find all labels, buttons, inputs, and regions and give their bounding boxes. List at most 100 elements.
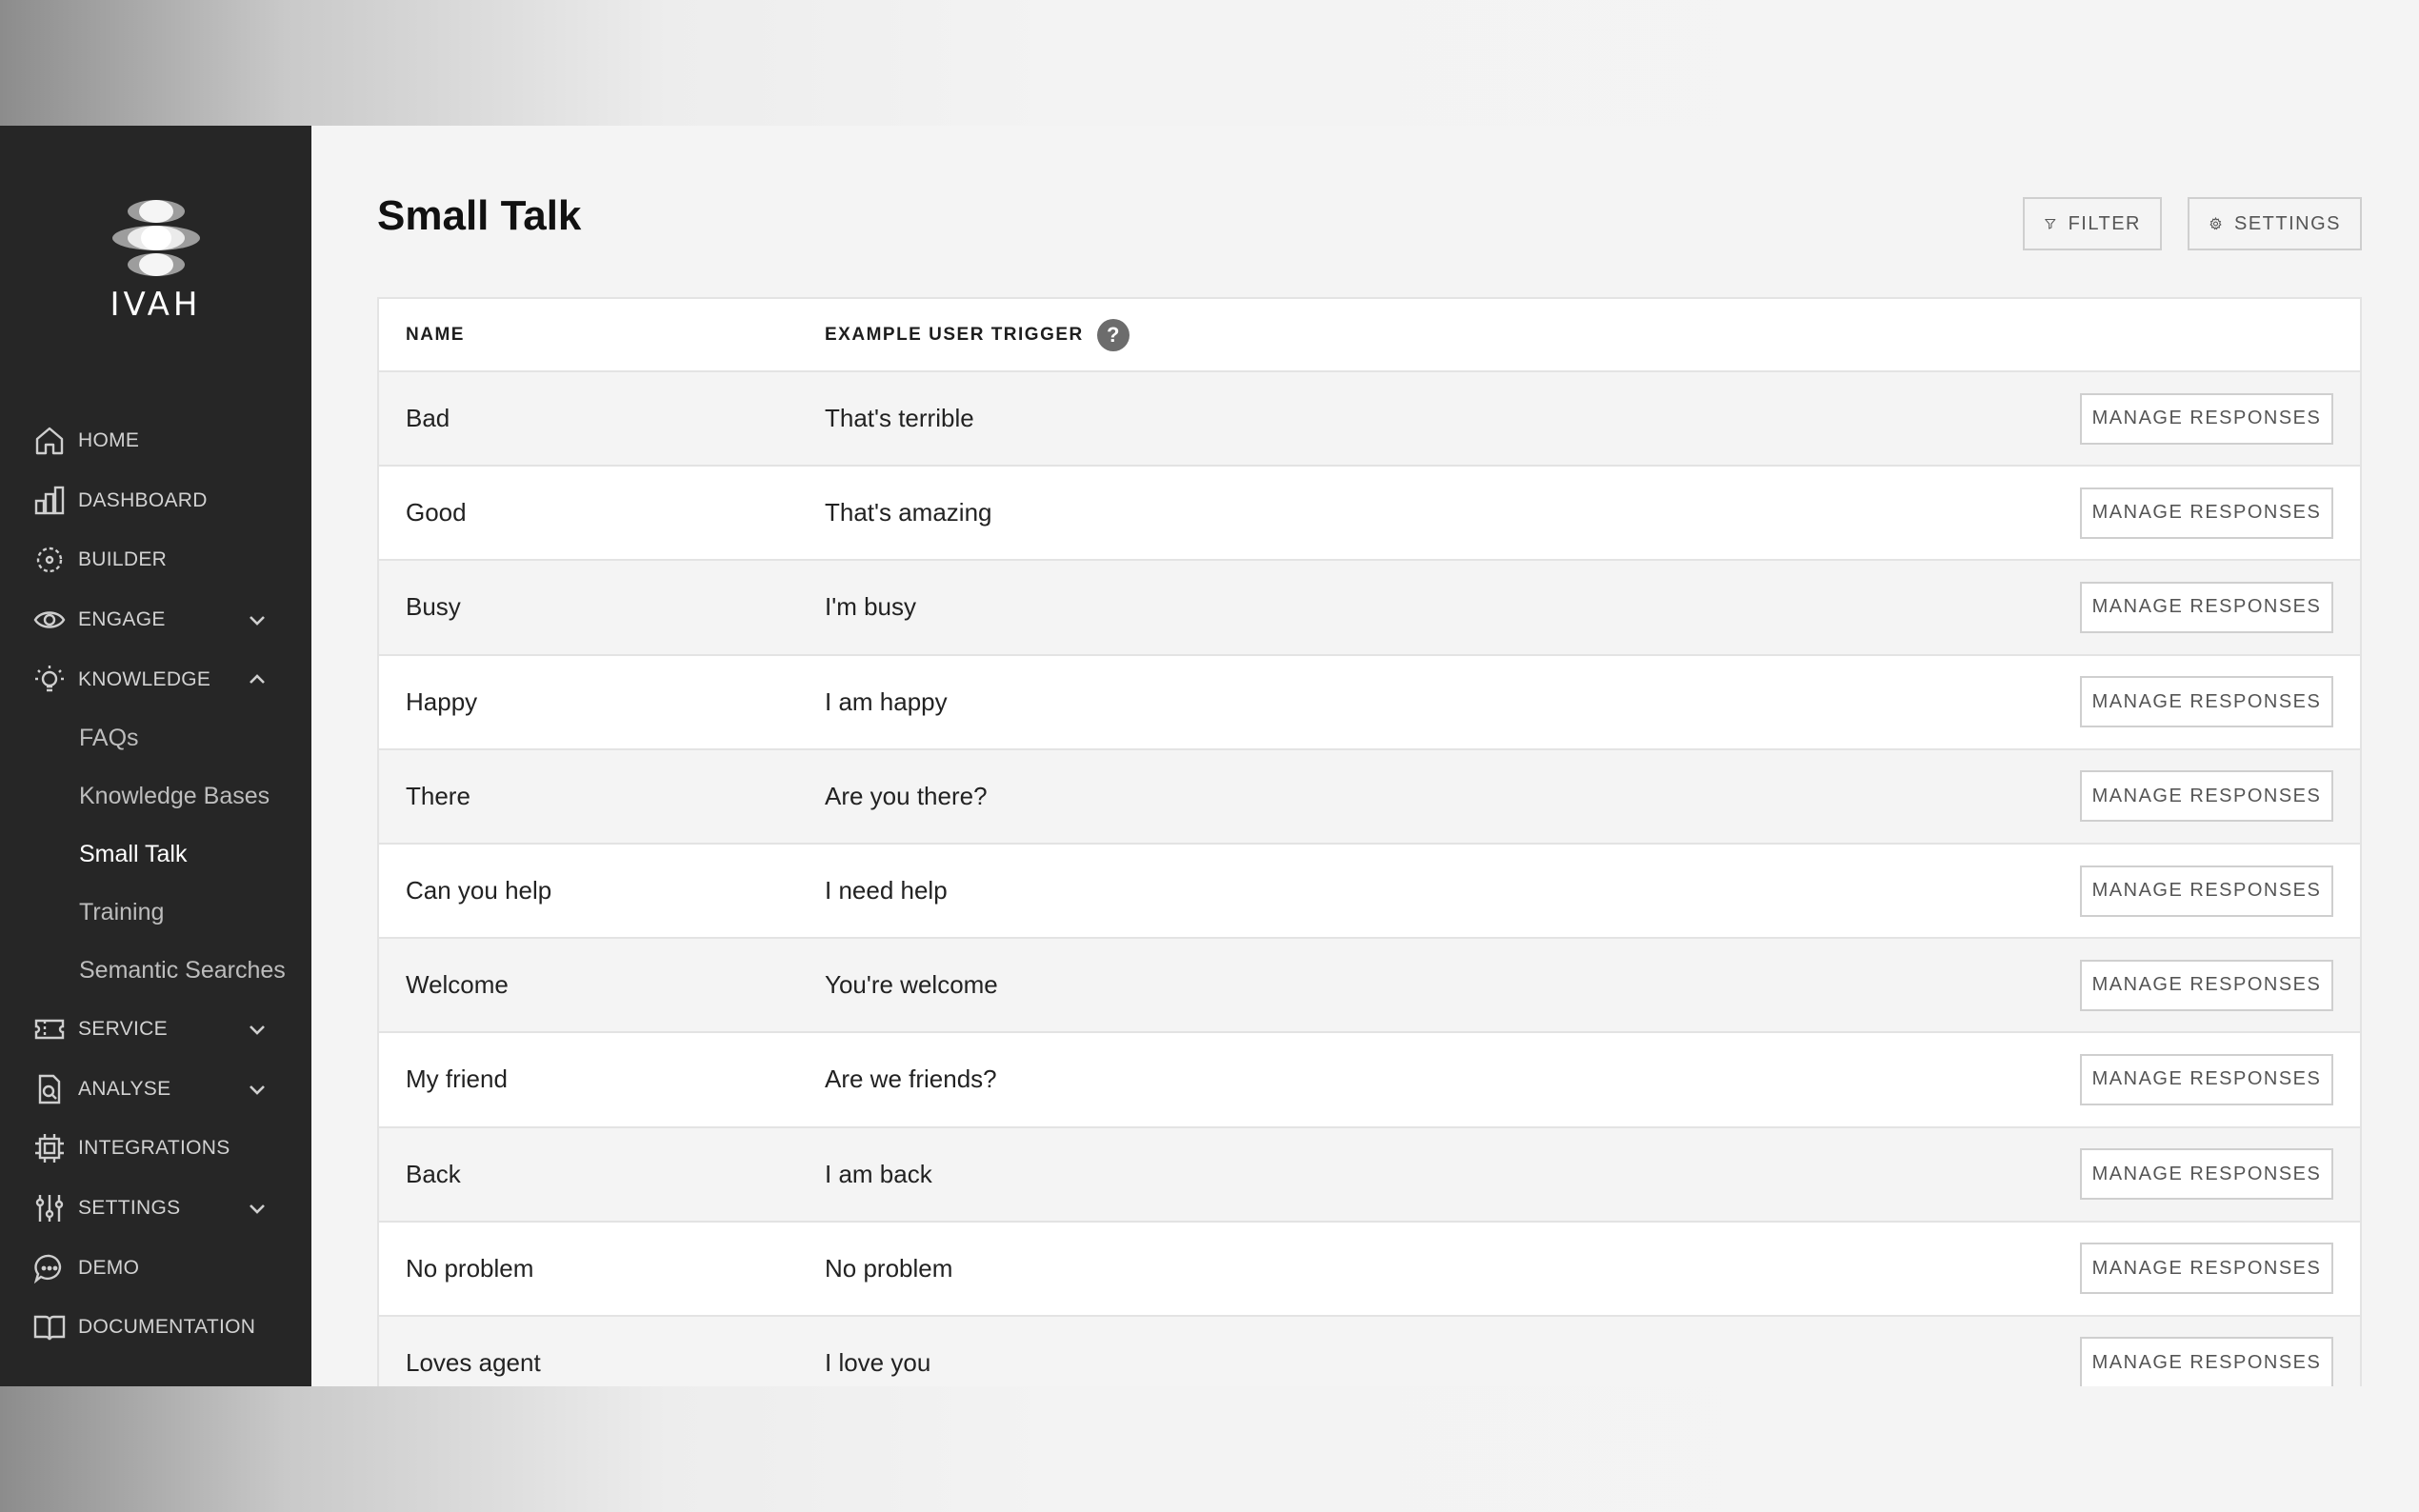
ivah-logo-icon <box>111 200 200 276</box>
settings-button-label: SETTINGS <box>2233 212 2341 234</box>
manage-responses-button[interactable]: MANAGE RESPONSES <box>2080 1243 2333 1295</box>
table-row: Good That's amazing MANAGE RESPONSES <box>379 467 2360 562</box>
manage-responses-button[interactable]: MANAGE RESPONSES <box>2080 581 2333 633</box>
bottom-backdrop <box>0 1386 2419 1512</box>
sidebar-subitem-knowledge-bases[interactable]: Knowledge Bases <box>0 767 311 826</box>
sidebar-item-label: SERVICE <box>78 1018 168 1041</box>
help-icon[interactable]: ? <box>1096 318 1130 351</box>
row-name: Can you help <box>406 876 552 905</box>
manage-responses-button[interactable]: MANAGE RESPONSES <box>2080 392 2333 445</box>
sidebar-item-settings[interactable]: SETTINGS <box>0 1179 311 1239</box>
sidebar-subitem-training[interactable]: Training <box>0 884 311 942</box>
table-row: Welcome You're welcome MANAGE RESPONSES <box>379 939 2360 1034</box>
manage-responses-button[interactable]: MANAGE RESPONSES <box>2080 770 2333 823</box>
table-row: Happy I am happy MANAGE RESPONSES <box>379 655 2360 750</box>
row-trigger: I am happy <box>825 686 948 716</box>
sidebar-item-label: INTEGRATIONS <box>78 1137 230 1160</box>
sidebar-item-label: DEMO <box>78 1256 140 1279</box>
page-title: Small Talk <box>377 192 582 239</box>
row-trigger: That's amazing <box>825 498 992 527</box>
table-row: Busy I'm busy MANAGE RESPONSES <box>379 561 2360 656</box>
chevron-down-icon[interactable] <box>247 609 268 630</box>
gear-icon <box>2209 216 2222 230</box>
sidebar-item-label: HOME <box>78 429 140 452</box>
row-trigger: You're welcome <box>825 970 998 1000</box>
settings-button[interactable]: SETTINGS <box>2188 197 2362 250</box>
chat-icon <box>32 1251 67 1285</box>
row-name: Loves agent <box>406 1347 541 1377</box>
manage-responses-button[interactable]: MANAGE RESPONSES <box>2080 1148 2333 1201</box>
chevron-down-icon[interactable] <box>247 1198 268 1219</box>
eye-icon <box>32 603 67 637</box>
sidebar-item-home[interactable]: HOME <box>0 411 311 471</box>
sidebar-item-engage[interactable]: ENGAGE <box>0 590 311 650</box>
ticket-icon <box>32 1012 67 1046</box>
manage-responses-button[interactable]: MANAGE RESPONSES <box>2080 1337 2333 1386</box>
table-row: No problem No problem MANAGE RESPONSES <box>379 1222 2360 1317</box>
row-name: Back <box>406 1159 461 1188</box>
sidebar-item-service[interactable]: SERVICE <box>0 1000 311 1060</box>
sidebar-item-dashboard[interactable]: DASHBOARD <box>0 471 311 531</box>
sliders-icon <box>32 1191 67 1225</box>
filter-icon <box>2045 218 2056 229</box>
sidebar-item-label: DASHBOARD <box>78 488 208 511</box>
manage-responses-button[interactable]: MANAGE RESPONSES <box>2080 959 2333 1011</box>
table-header: NAME EXAMPLE USER TRIGGER ? <box>379 299 2360 372</box>
sidebar-item-demo[interactable]: DEMO <box>0 1238 311 1298</box>
sidebar-item-analyse[interactable]: ANALYSE <box>0 1060 311 1120</box>
sidebar-item-knowledge[interactable]: KNOWLEDGE <box>0 649 311 709</box>
sidebar-subitem-semantic-searches[interactable]: Semantic Searches <box>0 942 311 1000</box>
manage-responses-button[interactable]: MANAGE RESPONSES <box>2080 865 2333 917</box>
table-body: Bad That's terrible MANAGE RESPONSES Good Th… <box>379 372 2360 1386</box>
chip-icon <box>32 1131 67 1165</box>
book-icon <box>32 1310 67 1344</box>
sidebar-item-label: KNOWLEDGE <box>78 667 211 690</box>
sidebar-item-documentation[interactable]: DOCUMENTATION <box>0 1298 311 1358</box>
table-row: Can you help I need help MANAGE RESPONSES <box>379 844 2360 940</box>
sidebar-item-builder[interactable]: BUILDER <box>0 530 311 590</box>
table-row: Back I am back MANAGE RESPONSES <box>379 1127 2360 1223</box>
row-name: My friend <box>406 1064 508 1094</box>
row-trigger: No problem <box>825 1253 953 1283</box>
row-trigger: I love you <box>825 1347 931 1377</box>
builder-icon <box>32 543 67 577</box>
row-trigger: Are we friends? <box>825 1064 997 1094</box>
row-trigger: I need help <box>825 876 948 905</box>
sidebar-item-integrations[interactable]: INTEGRATIONS <box>0 1119 311 1179</box>
table-row: Bad That's terrible MANAGE RESPONSES <box>379 372 2360 468</box>
chevron-down-icon[interactable] <box>247 1079 268 1100</box>
table-row: There Are you there? MANAGE RESPONSES <box>379 749 2360 845</box>
chevron-down-icon[interactable] <box>247 1019 268 1040</box>
row-name: There <box>406 781 470 810</box>
main-content: Small Talk FILTER SETTINGS NAME EXAMPLE … <box>311 126 2419 1386</box>
manage-responses-button[interactable]: MANAGE RESPONSES <box>2080 1053 2333 1105</box>
sidebar-item-label: SETTINGS <box>78 1197 181 1220</box>
sidebar-item-label: ENGAGE <box>78 608 166 631</box>
brand-name: IVAH <box>110 286 202 324</box>
row-name: Happy <box>406 686 478 716</box>
chevron-up-icon[interactable] <box>247 669 268 690</box>
sidebar: IVAH HOME DASHBOARD BUILDER ENGAGE KNOWL… <box>0 126 311 1386</box>
row-trigger: I'm busy <box>825 592 916 622</box>
row-name: Welcome <box>406 970 509 1000</box>
filter-button[interactable]: FILTER <box>2023 197 2162 250</box>
app-window: IVAH HOME DASHBOARD BUILDER ENGAGE KNOWL… <box>0 126 2419 1386</box>
row-name: Bad <box>406 404 450 433</box>
sidebar-subitem-small-talk[interactable]: Small Talk <box>0 826 311 884</box>
table-row: My friend Are we friends? MANAGE RESPONSES <box>379 1033 2360 1128</box>
sidebar-item-label: ANALYSE <box>78 1077 171 1100</box>
row-trigger: That's terrible <box>825 404 974 433</box>
manage-responses-button[interactable]: MANAGE RESPONSES <box>2080 487 2333 539</box>
sidebar-item-label: DOCUMENTATION <box>78 1316 256 1339</box>
analyse-icon <box>32 1072 67 1106</box>
table-row: Loves agent I love you MANAGE RESPONSES <box>379 1316 2360 1386</box>
sidebar-subitem-faqs[interactable]: FAQs <box>0 709 311 767</box>
row-name: Busy <box>406 592 461 622</box>
top-backdrop <box>0 0 2419 126</box>
manage-responses-button[interactable]: MANAGE RESPONSES <box>2080 676 2333 728</box>
logo: IVAH <box>0 198 311 324</box>
column-header-name: NAME <box>406 324 465 345</box>
row-name: Good <box>406 498 467 527</box>
bar-chart-icon <box>32 484 67 518</box>
home-icon <box>32 424 67 458</box>
